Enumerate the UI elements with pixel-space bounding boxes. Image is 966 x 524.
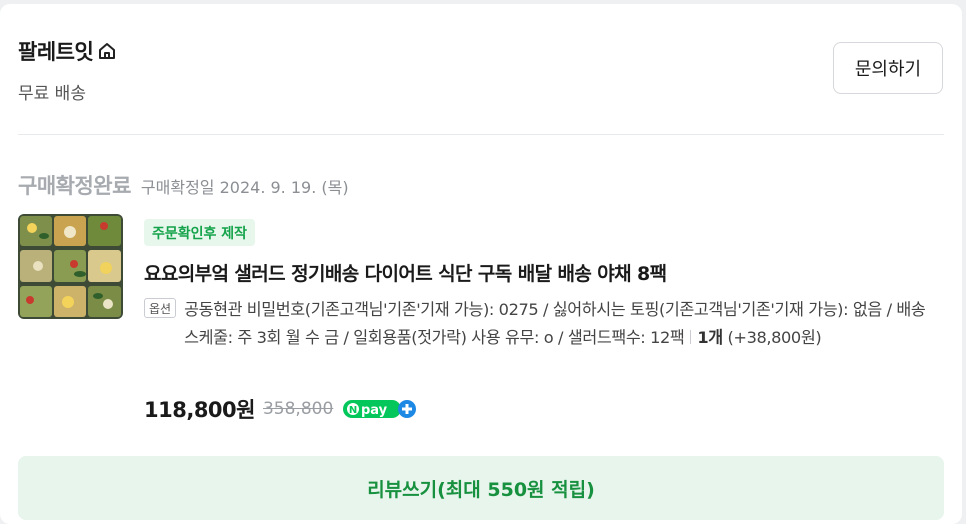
order-status-row: 구매확정완료 구매확정일 2024. 9. 19. (목) [18,170,349,200]
made-to-order-badge: 주문확인후 제작 [144,219,256,246]
separator [690,330,692,344]
store-header[interactable]: 팔레트잇 [18,36,117,66]
npay-text: pay [361,403,388,418]
price: 118,800원 [144,398,255,422]
option-details: 공동현관 비밀번호(기존고객님'기존'기재 가능): 0275 / 싫어하시는 … [184,296,944,352]
quantity: 1개 [697,328,723,347]
svg-text:N: N [349,405,357,416]
divider [18,134,944,135]
price-row: 118,800원 358,800 N pay [144,394,417,424]
confirm-date: 구매확정일 2024. 9. 19. (목) [140,178,349,197]
npay-logo-icon: N pay [343,399,417,419]
product-thumbnail[interactable] [18,214,123,319]
original-price: 358,800 [262,399,334,419]
product-name[interactable]: 요요의부엌 샐러드 정기배송 다이어트 식단 구독 배달 배송 야채 8팩 [144,259,667,286]
home-icon[interactable] [97,41,117,61]
product-options: 옵션 공동현관 비밀번호(기존고객님'기존'기재 가능): 0275 / 싫어하… [144,296,944,352]
option-tag: 옵션 [144,298,177,318]
shipping-info: 무료 배송 [18,84,86,104]
order-status: 구매확정완료 [18,174,131,198]
write-review-button[interactable]: 리뷰쓰기(최대 550원 적립) [18,456,944,520]
inquiry-button[interactable]: 문의하기 [833,42,943,94]
order-card: 팔레트잇 무료 배송 문의하기 구매확정완료 구매확정일 2024. 9. 19… [0,4,962,524]
extra-price: (+38,800원) [727,328,822,347]
store-name[interactable]: 팔레트잇 [18,36,94,66]
